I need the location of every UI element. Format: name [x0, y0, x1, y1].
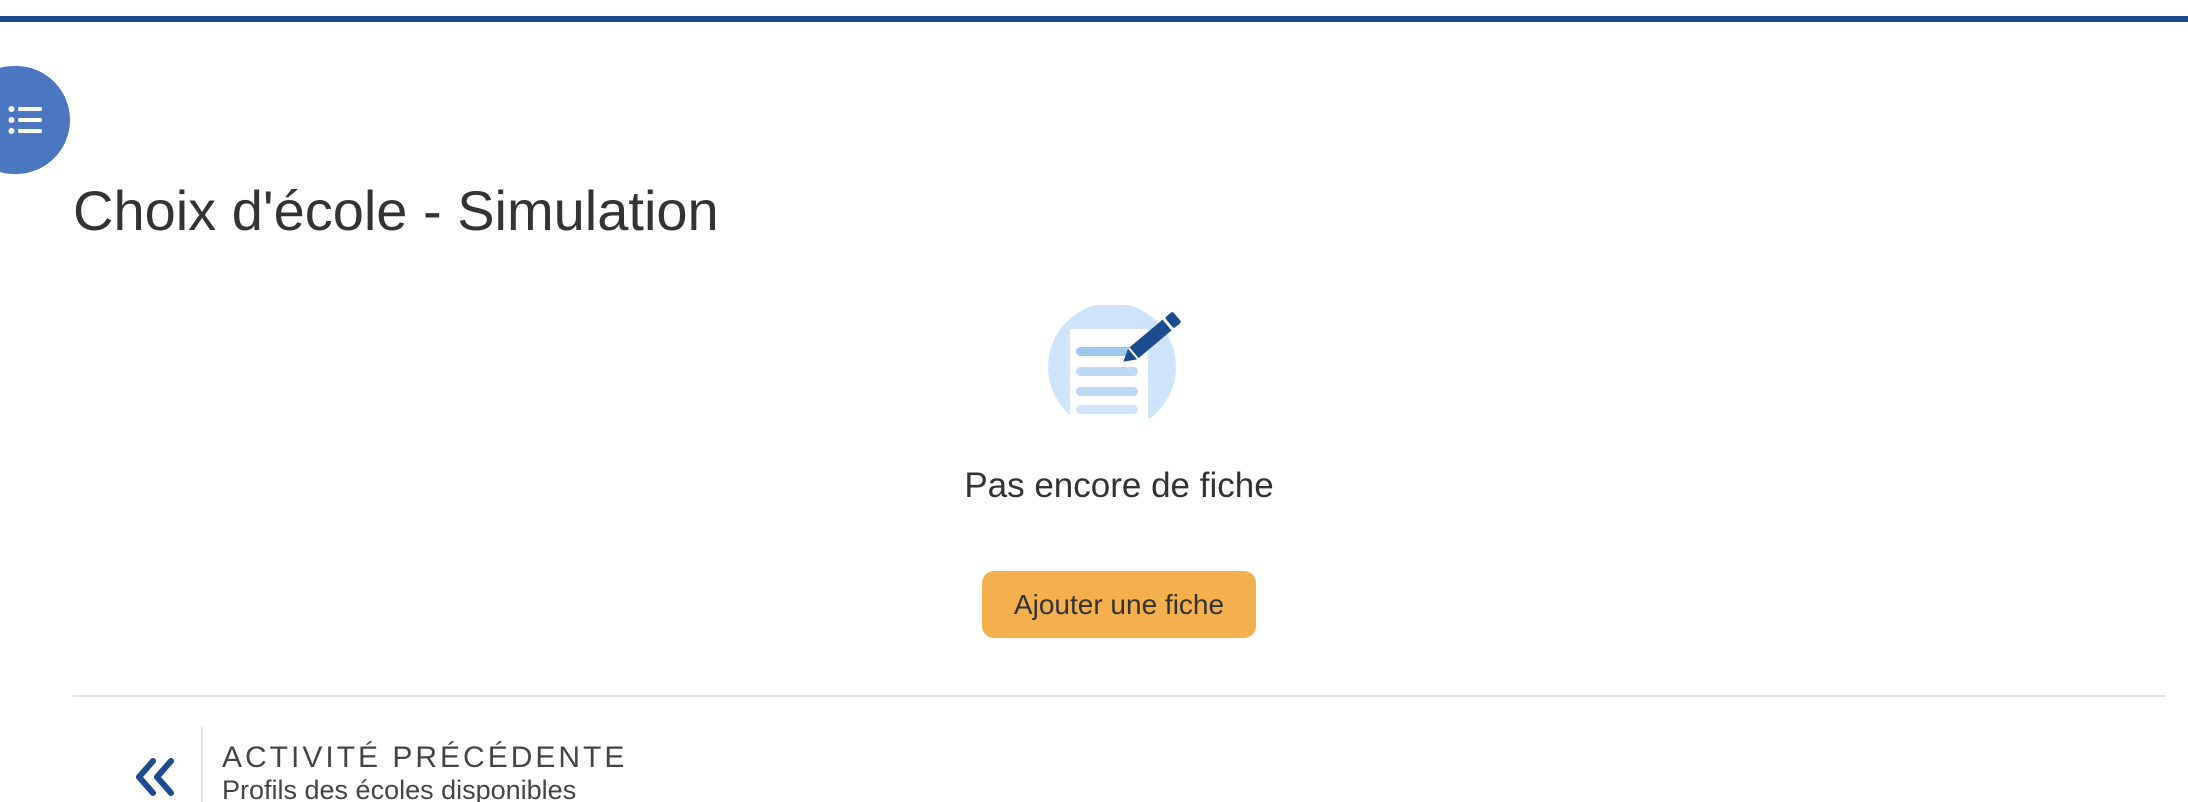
- previous-activity-label: ACTIVITÉ PRÉCÉDENTE: [222, 741, 628, 774]
- top-accent-bar: [0, 16, 2188, 22]
- list-icon: [8, 105, 42, 135]
- previous-activity-separator: [201, 727, 203, 802]
- document-edit-icon: [1046, 305, 1186, 421]
- table-of-contents-toggle[interactable]: [0, 66, 70, 174]
- double-chevron-left-icon: [133, 757, 183, 797]
- add-entry-button[interactable]: Ajouter une fiche: [982, 571, 1256, 638]
- previous-activity-title: Profils des écoles disponibles: [222, 775, 577, 802]
- previous-activity-link[interactable]: ACTIVITÉ PRÉCÉDENTE Profils des écoles d…: [73, 697, 773, 802]
- empty-state-message: Pas encore de fiche: [964, 466, 1274, 505]
- page-title: Choix d'école - Simulation: [73, 179, 719, 242]
